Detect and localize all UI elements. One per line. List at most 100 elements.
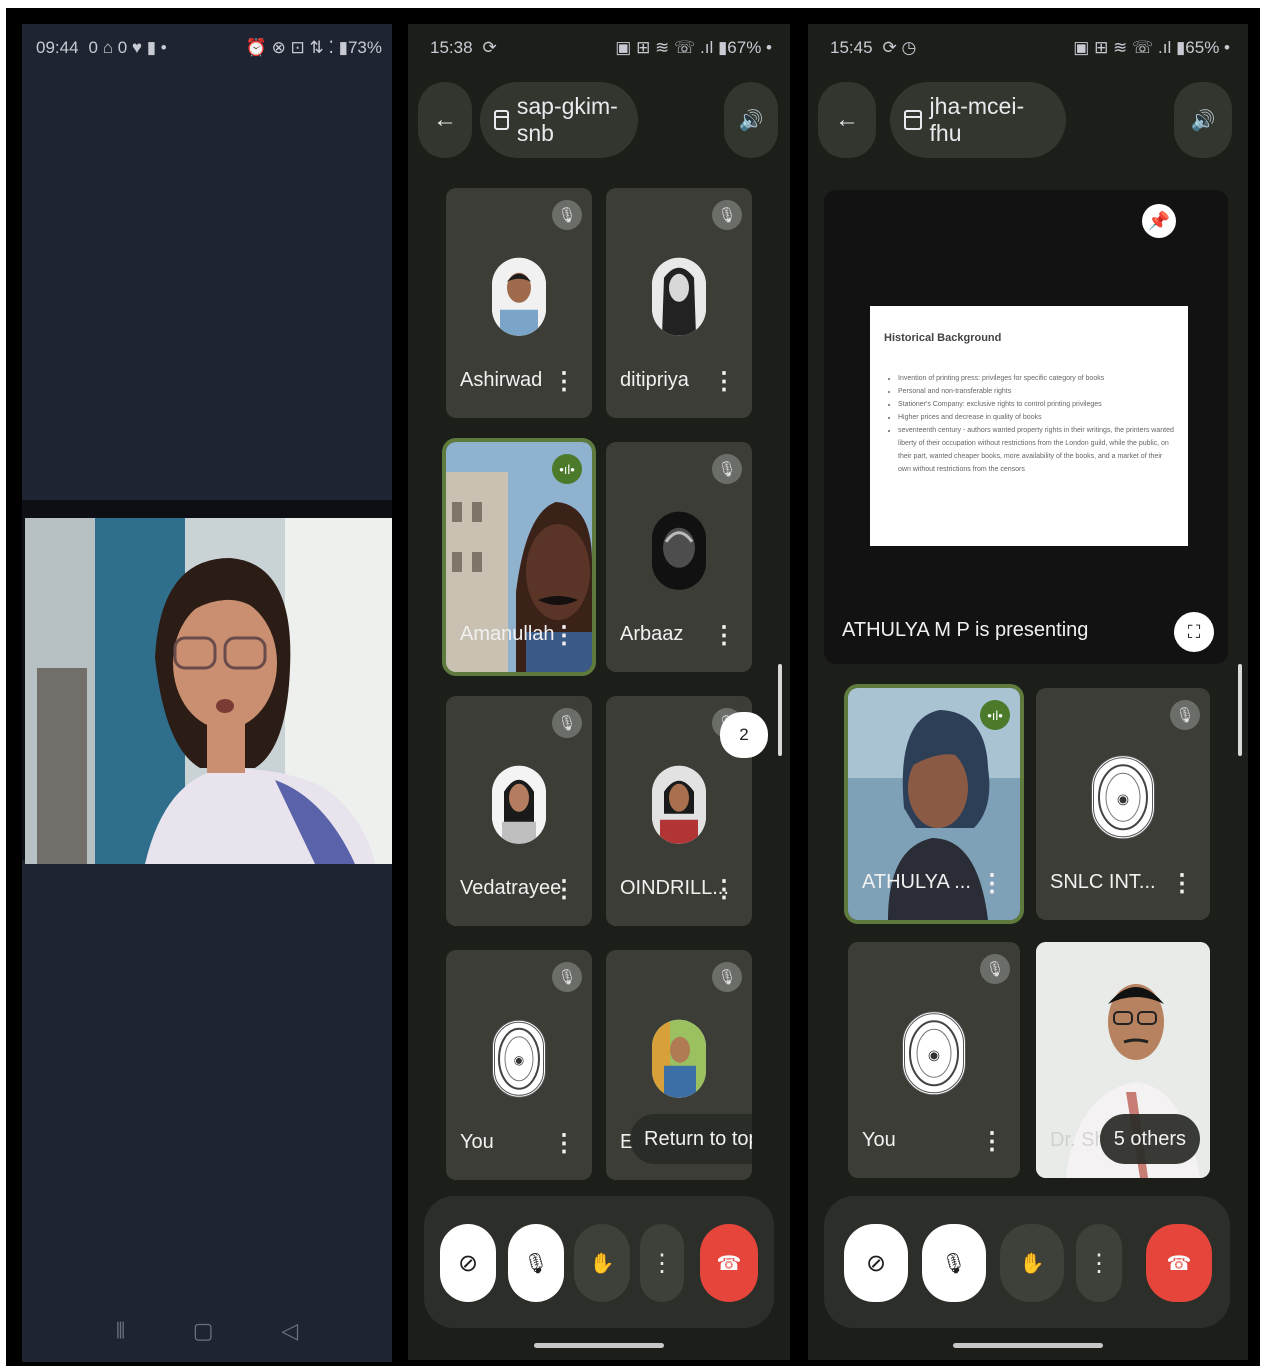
arrow-left-icon: ← (433, 106, 457, 133)
scrollbar[interactable] (778, 664, 782, 756)
more-vert-icon[interactable]: ⋮ (1170, 872, 1194, 896)
college-logo-avatar: ◉ (902, 1011, 966, 1096)
mic-off-icon: 🎙 (712, 454, 742, 484)
more-vert-icon[interactable]: ⋮ (712, 370, 736, 394)
camera-off-button[interactable]: ⊘ (440, 1224, 496, 1302)
others-chip[interactable]: 5 others (1099, 1114, 1200, 1164)
participant-name: Amanullah (460, 623, 555, 645)
speaker-button[interactable]: 🔊 (1174, 82, 1232, 158)
page-indicator: 2 (739, 725, 749, 744)
participant-tile[interactable]: 🎙 Arbaaz ⋮ (606, 442, 752, 672)
page-indicator-chip[interactable]: 2 (720, 712, 768, 758)
presenter-video[interactable] (25, 518, 392, 864)
hand-icon: ✋ (1019, 1252, 1045, 1275)
participant-tile-self[interactable]: 🎙 ◉ You ⋮ (446, 950, 592, 1180)
more-vert-icon[interactable]: ⋮ (712, 624, 736, 648)
presentation-panel[interactable]: 📌 Historical Background Invention of pri… (824, 190, 1228, 664)
gesture-home-bar[interactable] (534, 1343, 664, 1348)
camera-off-icon: ⊘ (457, 1249, 479, 1277)
return-to-top-button[interactable]: Return to top (630, 1114, 752, 1164)
slide-bullet: Personal and non-transferable rights (898, 385, 1174, 398)
participant-name: Arbaaz (620, 623, 684, 645)
fullscreen-icon[interactable]: ⛶ (1174, 612, 1214, 652)
svg-text:◉: ◉ (514, 1053, 524, 1067)
avatar (492, 257, 546, 336)
avatar (652, 257, 706, 336)
status-time: 09:44 (36, 38, 79, 57)
avatar (652, 1019, 706, 1098)
phone-2-screen: 15:38 ⟳ ▣ ⊞ ≋ ☏ .ıl ▮67% • ← sap-gkim-sn… (408, 24, 790, 1360)
participant-tile[interactable]: 🎙 Vedatrayee ⋮ (446, 696, 592, 926)
mic-off-icon: 🎙 (980, 954, 1010, 984)
status-bar: 15:38 ⟳ ▣ ⊞ ≋ ☏ .ıl ▮67% • (430, 38, 772, 58)
back-icon[interactable]: ◁ (281, 1318, 298, 1344)
pin-icon[interactable]: 📌 (1142, 204, 1176, 238)
participant-tile[interactable]: 🎙 E Return to top (606, 950, 752, 1180)
return-to-top-label: Return to top (644, 1127, 752, 1150)
participant-tile-speaking[interactable]: •ıl• ATHULYA ... ⋮ (844, 684, 1024, 924)
back-button[interactable]: ← (418, 82, 472, 158)
participant-tile[interactable]: Dr. Sh... 5 others (1036, 942, 1210, 1178)
recents-icon[interactable]: ⫴ (116, 1318, 125, 1344)
more-vert-icon[interactable]: ⋮ (980, 872, 1004, 896)
gesture-home-bar[interactable] (953, 1343, 1103, 1348)
more-vert-icon[interactable]: ⋮ (980, 1130, 1004, 1154)
status-time: 15:38 (430, 38, 473, 57)
participant-tile-self[interactable]: 🎙 ◉ You ⋮ (848, 942, 1020, 1178)
raise-hand-button[interactable]: ✋ (574, 1224, 630, 1302)
more-options-button[interactable]: ⋮ (1076, 1224, 1122, 1302)
calendar-icon (494, 110, 509, 130)
mic-off-icon: 🎙 (712, 962, 742, 992)
svg-text:◉: ◉ (1117, 791, 1129, 807)
back-button[interactable]: ← (818, 82, 876, 158)
more-vert-icon[interactable]: ⋮ (552, 878, 576, 902)
participant-name: ATHULYA ... (862, 871, 971, 893)
college-logo-avatar: ◉ (1091, 755, 1155, 840)
camera-off-button[interactable]: ⊘ (844, 1224, 908, 1302)
others-label: 5 others (1113, 1127, 1186, 1150)
speaking-indicator-icon: •ıl• (552, 454, 582, 484)
mic-off-button[interactable]: 🎙 (922, 1224, 986, 1302)
participant-tile[interactable]: 🎙 ditipriya ⋮ (606, 188, 752, 418)
more-vert-icon[interactable]: ⋮ (552, 624, 576, 648)
calendar-icon (904, 110, 922, 130)
status-bar: 09:44 0 ⌂ 0 ♥ ▮ • ⏰ ⊗ ⊡ ⇅ ⁚ ▮73% (36, 38, 382, 58)
status-left-icons: 0 ⌂ 0 ♥ ▮ • (88, 38, 167, 57)
more-vert-icon[interactable]: ⋮ (712, 878, 736, 902)
slide-bullet: seventeenth century - authors wanted pro… (898, 424, 1174, 476)
end-call-button[interactable]: ☎ (1146, 1224, 1212, 1302)
meeting-code-chip[interactable]: sap-gkim-snb (480, 82, 638, 158)
phone-hangup-icon: ☎ (716, 1252, 742, 1275)
mic-off-icon: 🎙 (941, 1252, 967, 1275)
call-controls: ⊘ 🎙 ✋ ⋮ ☎ (824, 1196, 1230, 1328)
meeting-code-chip[interactable]: jha-mcei-fhu (890, 82, 1066, 158)
mic-off-button[interactable]: 🎙 (508, 1224, 564, 1302)
scrollbar[interactable] (1238, 664, 1242, 756)
more-vert-icon[interactable]: ⋮ (552, 1132, 576, 1156)
avatar (652, 765, 706, 844)
participant-name: Vedatrayee (460, 877, 562, 899)
slide-bullet: Higher prices and decrease in quality of… (898, 411, 1174, 424)
more-vert-icon: ⋮ (1087, 1249, 1111, 1277)
participant-tile-speaking[interactable]: •ıl• Amanullah ⋮ (442, 438, 596, 676)
end-call-button[interactable]: ☎ (700, 1224, 758, 1302)
status-time: 15:45 (830, 38, 873, 57)
speaker-button[interactable]: 🔊 (724, 82, 778, 158)
meeting-code: jha-mcei-fhu (929, 93, 1025, 146)
more-vert-icon[interactable]: ⋮ (552, 370, 576, 394)
more-options-button[interactable]: ⋮ (640, 1224, 684, 1302)
speaker-icon: 🔊 (1190, 109, 1216, 132)
mic-off-icon: 🎙 (523, 1252, 549, 1275)
raise-hand-button[interactable]: ✋ (1000, 1224, 1064, 1302)
status-left-icons: ⟳ (482, 38, 497, 57)
participant-tile[interactable]: 🎙 Ashirwad ⋮ (446, 188, 592, 418)
home-icon[interactable]: ▢ (193, 1318, 214, 1344)
participant-tile[interactable]: 🎙 ◉ SNLC INT... ⋮ (1036, 688, 1210, 920)
mic-off-icon: 🎙 (712, 200, 742, 230)
participant-name: SNLC INT... (1050, 871, 1156, 893)
participant-name: ditipriya (620, 369, 689, 391)
svg-text:◉: ◉ (928, 1047, 940, 1063)
shared-slide: Historical Background Invention of print… (870, 306, 1188, 546)
avatar (492, 765, 546, 844)
slide-bullet-list: Invention of printing press: privileges … (884, 372, 1174, 476)
